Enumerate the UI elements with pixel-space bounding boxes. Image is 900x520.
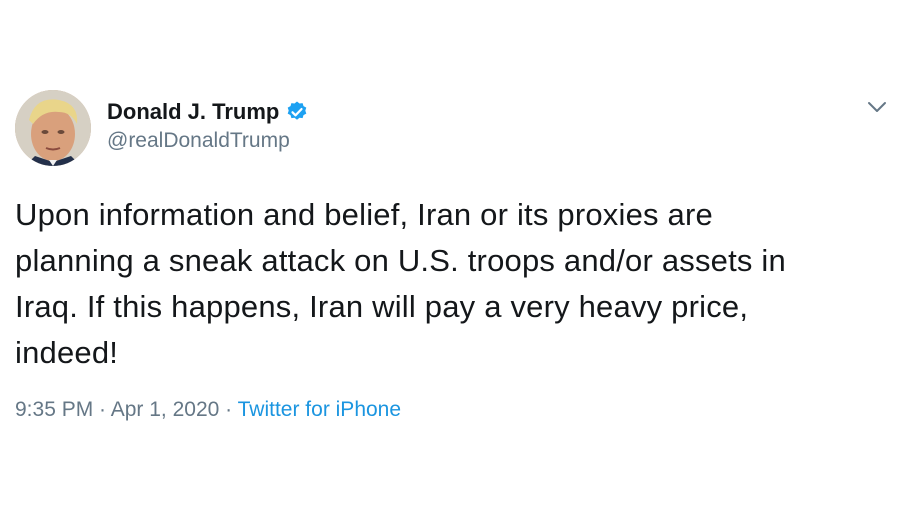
chevron-down-icon[interactable] [866, 100, 888, 114]
name-row: Donald J. Trump [107, 97, 309, 127]
tweet-text: Upon information and belief, Iran or its… [15, 197, 786, 370]
tweet-time[interactable]: 9:35 PM [15, 398, 93, 421]
verified-badge-icon [285, 100, 309, 124]
author-display-name[interactable]: Donald J. Trump [107, 99, 279, 125]
author-info: Donald J. Trump @realDonaldTrump [107, 97, 309, 153]
tweet-meta: 9:35 PM · Apr 1, 2020 · Twitter for iPho… [15, 398, 401, 422]
tweet-card: Donald J. Trump @realDonaldTrump Upon in… [0, 0, 900, 520]
tweet-source-link[interactable]: Twitter for iPhone [238, 398, 401, 421]
author-handle[interactable]: @realDonaldTrump [107, 129, 309, 153]
author-avatar[interactable] [15, 90, 91, 166]
meta-separator: · [93, 398, 111, 421]
tweet-date[interactable]: Apr 1, 2020 [111, 398, 220, 421]
meta-separator: · [219, 398, 238, 421]
